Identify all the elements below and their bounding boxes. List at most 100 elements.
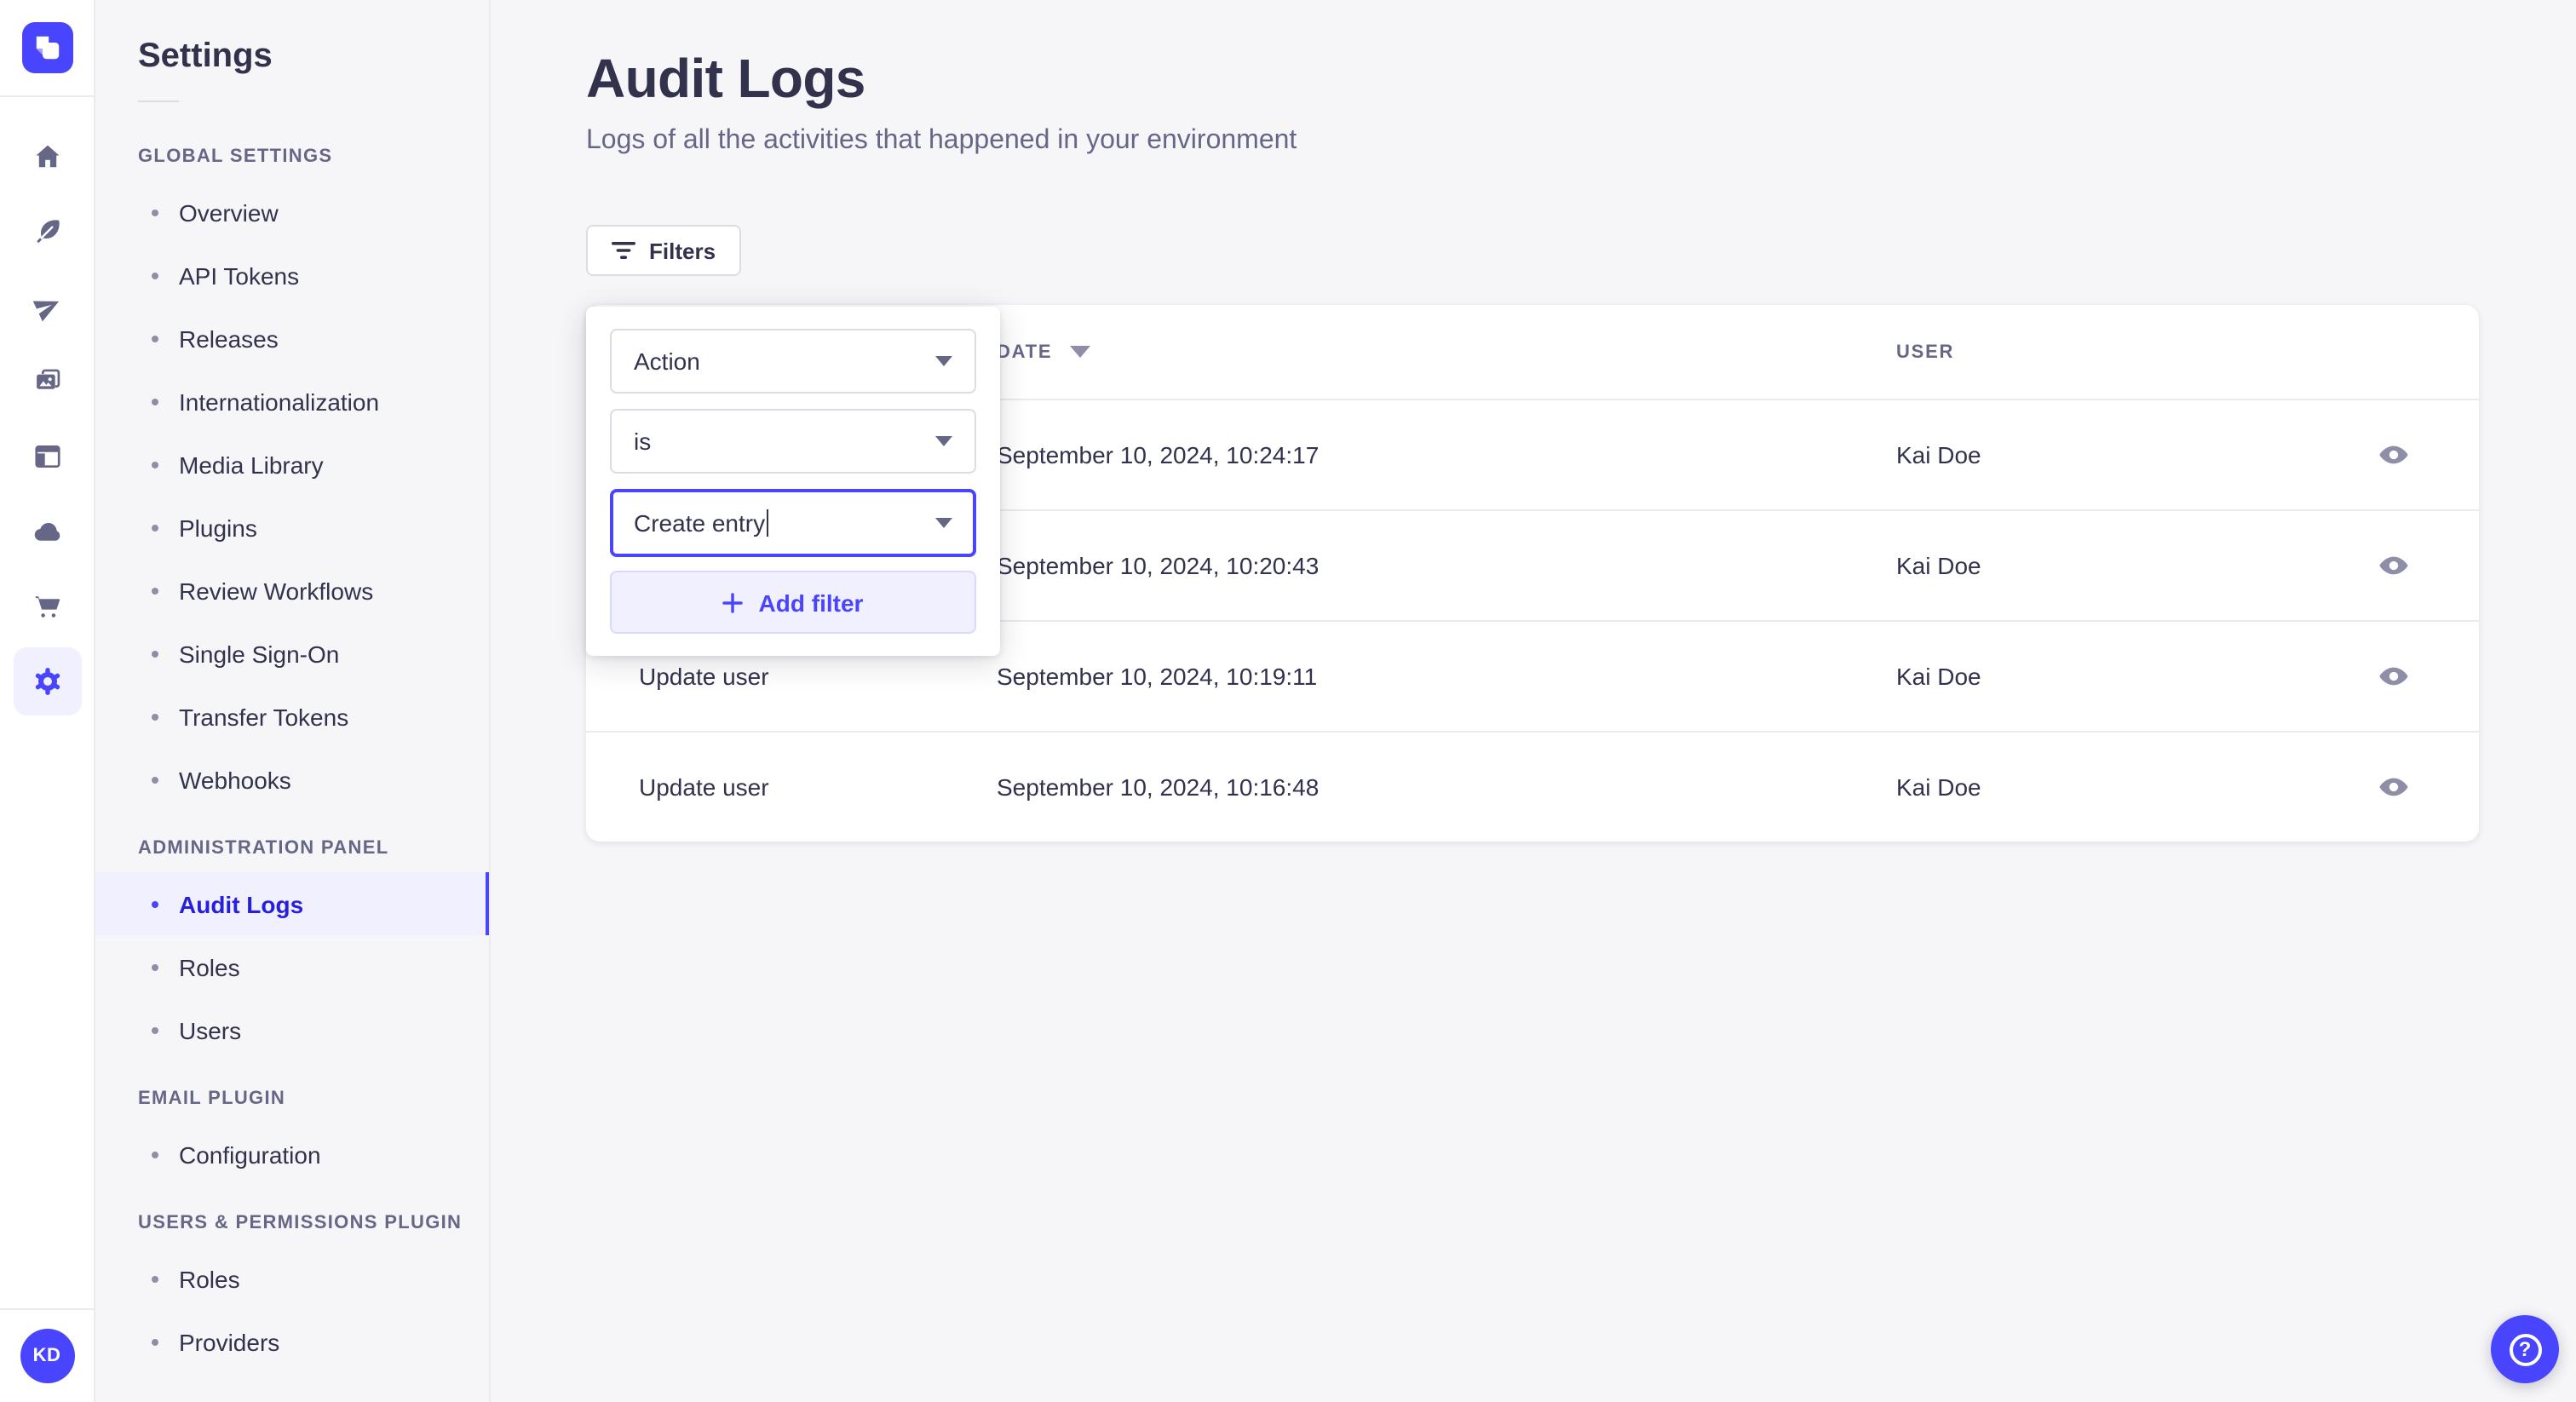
settings-gear-icon[interactable]	[13, 647, 81, 715]
subnav-item-label: Users	[179, 1016, 242, 1043]
cell-user: Kai Doe	[1896, 773, 1981, 801]
bullet-icon	[152, 1151, 158, 1158]
view-details-button[interactable]	[2368, 540, 2419, 591]
filter-operator-select[interactable]: is	[610, 409, 976, 474]
eye-icon	[2379, 445, 2408, 464]
subnav-item-roles[interactable]: Roles	[95, 935, 489, 998]
eye-icon	[2379, 667, 2408, 686]
rail-nav	[13, 97, 81, 722]
subnav-section-label: GLOBAL SETTINGS	[138, 147, 333, 167]
subnav-item-overview[interactable]: Overview	[95, 181, 489, 244]
column-header-date[interactable]: DATE	[997, 342, 1896, 362]
cell-actions	[2368, 761, 2479, 813]
subnav-item-webhooks[interactable]: Webhooks	[95, 748, 489, 811]
column-header-user[interactable]: USER	[1896, 342, 2368, 362]
view-details-button[interactable]	[2368, 429, 2419, 480]
subnav-item-plugins[interactable]: Plugins	[95, 496, 489, 559]
view-details-button[interactable]	[2368, 651, 2419, 702]
bullet-icon	[152, 398, 158, 405]
bullet-icon	[152, 776, 158, 783]
bullet-icon	[152, 524, 158, 531]
filter-value-text: Create entry	[634, 509, 769, 537]
subnav-item-review-workflows[interactable]: Review Workflows	[95, 559, 489, 622]
cloud-icon[interactable]	[13, 497, 81, 566]
subnav-sections: GLOBAL SETTINGS Overview API Tokens Rele…	[95, 147, 489, 1373]
cell-actions	[2368, 540, 2479, 591]
subnav-item-internationalization[interactable]: Internationalization	[95, 370, 489, 433]
subnav-item-users[interactable]: Users	[95, 998, 489, 1061]
cell-action: Update user	[639, 773, 769, 801]
subnav-divider	[138, 101, 179, 102]
subnav-item-media-library[interactable]: Media Library	[95, 433, 489, 496]
subnav-item-audit-logs[interactable]: Audit Logs	[95, 872, 489, 935]
media-library-icon[interactable]	[13, 348, 81, 416]
subnav-item-label: Providers	[179, 1328, 280, 1355]
subnav-item-transfer-tokens[interactable]: Transfer Tokens	[95, 685, 489, 748]
subnav-item-label: Single Sign-On	[179, 640, 340, 667]
subnav-item-label: Audit Logs	[179, 890, 304, 917]
cell-date: September 10, 2024, 10:20:43	[997, 552, 1320, 579]
feather-icon[interactable]	[13, 198, 81, 266]
table-row[interactable]: Update user September 10, 2024, 10:16:48…	[586, 731, 2479, 842]
filters-popover: Action is Create entry Add filter	[586, 307, 1000, 656]
bullet-icon	[152, 209, 158, 215]
subnav-item-single-sign-on[interactable]: Single Sign-On	[95, 622, 489, 685]
filter-field-value: Action	[634, 348, 700, 375]
subnav-item-configuration[interactable]: Configuration	[95, 1123, 489, 1186]
subnav-item-label: Internationalization	[179, 388, 380, 415]
subnav-section: ADMINISTRATION PANEL Audit Logs Roles Us…	[95, 838, 489, 1061]
bullet-icon	[152, 461, 158, 468]
subnav-item-providers[interactable]: Providers	[95, 1310, 489, 1373]
app-root: KD Settings GLOBAL SETTINGS Overview API…	[0, 0, 2576, 1402]
subnav-section: USERS & PERMISSIONS PLUGIN Roles Provide…	[95, 1213, 489, 1373]
page-title: Audit Logs	[586, 48, 865, 109]
subnav-item-api-tokens[interactable]: API Tokens	[95, 244, 489, 307]
main-content: Audit Logs Logs of all the activities th…	[491, 0, 2576, 1402]
page-subtitle: Logs of all the activities that happened…	[586, 126, 1297, 155]
cell-user: Kai Doe	[1896, 552, 1981, 579]
bullet-icon	[152, 650, 158, 657]
cell-date: September 10, 2024, 10:19:11	[997, 663, 1318, 690]
chevron-down-icon	[935, 436, 952, 446]
column-header-date-label: DATE	[997, 342, 1053, 362]
user-avatar[interactable]: KD	[20, 1329, 74, 1383]
question-mark-icon: ?	[2509, 1333, 2541, 1365]
bullet-icon	[152, 1275, 158, 1282]
cart-icon[interactable]	[13, 572, 81, 641]
cell-user: Kai Doe	[1896, 441, 1981, 468]
subnav-item-label: Roles	[179, 953, 240, 980]
chevron-down-icon	[935, 518, 952, 528]
subnav-section-label: EMAIL PLUGIN	[138, 1089, 286, 1109]
strapi-logo[interactable]	[0, 0, 94, 97]
add-filter-button[interactable]: Add filter	[610, 571, 976, 634]
cell-date: September 10, 2024, 10:24:17	[997, 441, 1320, 468]
bullet-icon	[152, 1338, 158, 1345]
filter-field-select[interactable]: Action	[610, 329, 976, 394]
chevron-down-icon	[935, 356, 952, 366]
filter-operator-value: is	[634, 428, 652, 455]
subnav-item-releases[interactable]: Releases	[95, 307, 489, 370]
subnav-item-label: Webhooks	[179, 766, 291, 793]
rail-footer: KD	[0, 1308, 94, 1402]
add-filter-label: Add filter	[758, 589, 864, 616]
subnav-item-label: Transfer Tokens	[179, 703, 349, 730]
subnav-item-label: Roles	[179, 1265, 240, 1292]
view-details-button[interactable]	[2368, 761, 2419, 813]
layout-icon[interactable]	[13, 422, 81, 491]
subnav-item-label: Review Workflows	[179, 577, 374, 604]
bullet-icon	[152, 900, 158, 907]
help-button[interactable]: ?	[2491, 1315, 2559, 1383]
filters-button[interactable]: Filters	[586, 225, 742, 276]
bullet-icon	[152, 587, 158, 594]
text-cursor	[767, 509, 769, 537]
cell-date: September 10, 2024, 10:16:48	[997, 773, 1320, 801]
cell-actions	[2368, 429, 2479, 480]
filter-value-select[interactable]: Create entry	[610, 489, 976, 557]
subnav-item-label: Releases	[179, 325, 279, 352]
filter-icon	[612, 242, 635, 259]
paper-plane-icon[interactable]	[13, 273, 81, 341]
home-icon[interactable]	[13, 123, 81, 191]
subnav-section: GLOBAL SETTINGS Overview API Tokens Rele…	[95, 147, 489, 811]
sort-desc-icon[interactable]	[1069, 346, 1090, 358]
subnav-item-roles[interactable]: Roles	[95, 1247, 489, 1310]
